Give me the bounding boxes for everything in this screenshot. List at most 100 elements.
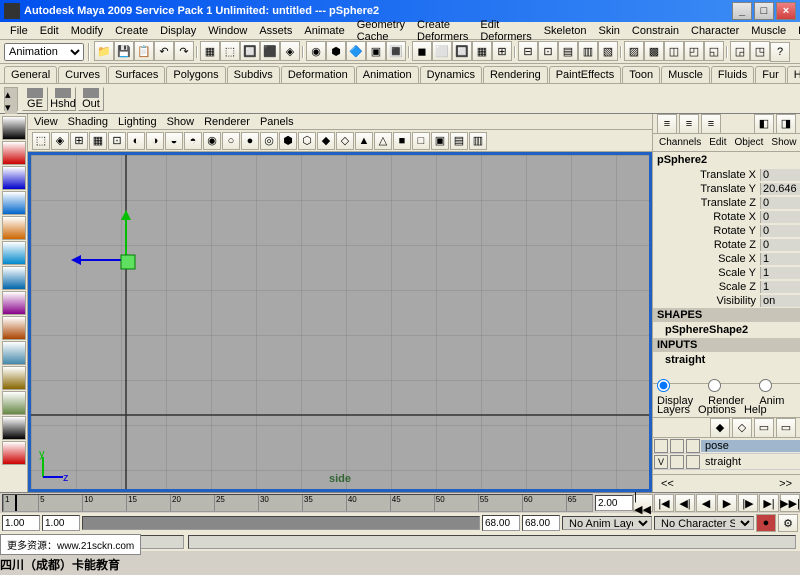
channel-tab-show[interactable]: Show [767, 137, 800, 148]
minimize-button[interactable]: _ [732, 2, 752, 20]
vp-icon-11[interactable]: ● [241, 132, 259, 150]
shelf-tab-fur[interactable]: Fur [755, 66, 786, 83]
vp-icon-19[interactable]: ■ [393, 132, 411, 150]
toolbar-icon-19[interactable]: ⊞ [492, 41, 512, 61]
shelf-tab-general[interactable]: General [4, 66, 57, 83]
shape-name[interactable]: pSphereShape2 [653, 322, 800, 338]
vp-icon-1[interactable]: ◈ [51, 132, 69, 150]
shelf-btn-hshd[interactable]: Hshd [50, 87, 76, 111]
vp-menu-view[interactable]: View [34, 116, 58, 128]
mode-dropdown[interactable]: Animation [4, 43, 84, 61]
layer-prev[interactable]: << [661, 478, 674, 490]
shelf-tab-surfaces[interactable]: Surfaces [108, 66, 165, 83]
menu-edit-deformers[interactable]: Edit Deformers [474, 19, 537, 43]
toolbar-icon-27[interactable]: ◫ [664, 41, 684, 61]
menu-muscle[interactable]: Muscle [745, 25, 792, 37]
goto-end-button[interactable]: ▶▶| [780, 494, 800, 512]
vp-icon-6[interactable]: ◑ [146, 132, 164, 150]
vp-icon-4[interactable]: ⊡ [108, 132, 126, 150]
menu-create-deformers[interactable]: Create Deformers [411, 19, 474, 43]
menu-modify[interactable]: Modify [65, 25, 109, 37]
channel-tab-channels[interactable]: Channels [655, 137, 705, 148]
tool-11[interactable] [2, 391, 26, 415]
rp-icon-1[interactable]: ≡ [657, 114, 677, 134]
range-start-inner[interactable] [42, 515, 80, 531]
layer-name-0[interactable]: pose [701, 440, 800, 452]
goto-start-button[interactable]: |◀◀ [633, 494, 653, 512]
tool-6[interactable] [2, 266, 26, 290]
toolbar-icon-8[interactable]: ⬛ [260, 41, 280, 61]
play-forward-button[interactable]: ▶ [717, 494, 737, 512]
vp-icon-22[interactable]: ▤ [450, 132, 468, 150]
layer-type-0[interactable] [670, 439, 684, 453]
shelf-tab-painteffects[interactable]: PaintEffects [549, 66, 622, 83]
prefs-button[interactable]: ⚙ [778, 514, 798, 532]
tool-4[interactable] [2, 216, 26, 240]
vp-menu-lighting[interactable]: Lighting [118, 116, 157, 128]
range-start-outer[interactable] [2, 515, 40, 531]
toolbar-icon-0[interactable]: 📁 [94, 41, 114, 61]
vp-icon-18[interactable]: △ [374, 132, 392, 150]
autokey-button[interactable]: ● [756, 514, 776, 532]
range-end-inner[interactable] [482, 515, 520, 531]
toolbar-icon-2[interactable]: 📋 [134, 41, 154, 61]
menu-help[interactable]: Help [792, 25, 800, 37]
shelf-btn-out[interactable]: Out [78, 87, 104, 111]
tool-3[interactable] [2, 191, 26, 215]
toolbar-icon-22[interactable]: ▤ [558, 41, 578, 61]
vp-icon-15[interactable]: ◆ [317, 132, 335, 150]
current-time-field[interactable] [595, 495, 633, 511]
toolbar-icon-3[interactable]: ↶ [154, 41, 174, 61]
menu-animate[interactable]: Animate [298, 25, 350, 37]
vp-icon-9[interactable]: ◉ [203, 132, 221, 150]
menu-edit[interactable]: Edit [34, 25, 65, 37]
toolbar-icon-9[interactable]: ◈ [280, 41, 300, 61]
layer-next[interactable]: >> [779, 478, 792, 490]
vp-icon-0[interactable]: ⬚ [32, 132, 50, 150]
layer-menu-layers[interactable]: Layers [657, 404, 690, 416]
vp-icon-2[interactable]: ⊞ [70, 132, 88, 150]
tool-2[interactable] [2, 166, 26, 190]
vp-icon-12[interactable]: ◎ [260, 132, 278, 150]
vp-icon-13[interactable]: ⬢ [279, 132, 297, 150]
vp-icon-10[interactable]: ○ [222, 132, 240, 150]
layer-radio-display[interactable] [657, 379, 670, 392]
shelf-tab-animation[interactable]: Animation [356, 66, 419, 83]
toolbar-icon-18[interactable]: ▦ [472, 41, 492, 61]
time-slider[interactable]: 15101520253035404550556065 [2, 494, 593, 512]
channel-tab-edit[interactable]: Edit [705, 137, 730, 148]
layer-color-1[interactable] [686, 455, 700, 469]
layer-vis-0[interactable] [654, 439, 668, 453]
shelf-btn-ge[interactable]: GE [22, 87, 48, 111]
vp-icon-23[interactable]: ▥ [469, 132, 487, 150]
layer-radio-render[interactable] [708, 379, 721, 392]
ch-value-7[interactable]: 1 [760, 267, 800, 279]
maximize-button[interactable]: □ [754, 2, 774, 20]
vp-icon-5[interactable]: ◐ [127, 132, 145, 150]
toolbar-icon-21[interactable]: ⊡ [538, 41, 558, 61]
toolbar-icon-5[interactable]: ▦ [200, 41, 220, 61]
ch-value-1[interactable]: 20.646 [760, 183, 800, 195]
toolbar-icon-23[interactable]: ▥ [578, 41, 598, 61]
object-name[interactable]: pSphere2 [653, 152, 800, 168]
menu-assets[interactable]: Assets [253, 25, 298, 37]
toolbar-icon-17[interactable]: 🔲 [452, 41, 472, 61]
toolbar-icon-30[interactable]: ◲ [730, 41, 750, 61]
toolbar-icon-15[interactable]: ◼ [412, 41, 432, 61]
toolbar-icon-12[interactable]: 🔷 [346, 41, 366, 61]
rp-icon-5[interactable]: ◨ [776, 114, 796, 134]
shelf-tab-fluids[interactable]: Fluids [711, 66, 754, 83]
shelf-tab-deformation[interactable]: Deformation [281, 66, 355, 83]
menu-constrain[interactable]: Constrain [626, 25, 685, 37]
rp-icon-4[interactable]: ◧ [754, 114, 774, 134]
ch-value-2[interactable]: 0 [760, 197, 800, 209]
toolbar-icon-31[interactable]: ◳ [750, 41, 770, 61]
vp-icon-16[interactable]: ◇ [336, 132, 354, 150]
tool-10[interactable] [2, 366, 26, 390]
shelf-tab-muscle[interactable]: Muscle [661, 66, 710, 83]
anim-layer-dropdown[interactable]: No Anim Layer [562, 516, 652, 530]
toolbar-icon-25[interactable]: ▨ [624, 41, 644, 61]
play-back-button[interactable]: ◀ [696, 494, 716, 512]
shelf-tab-toon[interactable]: Toon [622, 66, 660, 83]
toolbar-icon-26[interactable]: ▩ [644, 41, 664, 61]
